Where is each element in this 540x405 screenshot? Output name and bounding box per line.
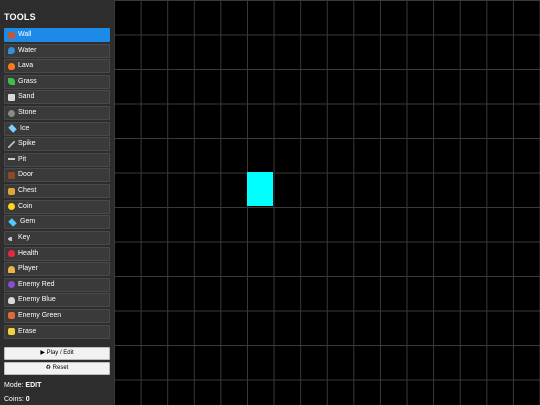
tool-label: Enemy Green [18,311,62,319]
tools-title: TOOLS [4,12,36,22]
person-icon [8,265,15,273]
tool-label: Chest [18,187,37,195]
tool-list: Wall Water Lava Grass Sand Stone Ice Spi… [4,28,110,340]
tool-health-button[interactable]: Health [4,246,110,261]
tool-chest-button[interactable]: Chest [4,184,110,199]
tool-label: Stone [18,109,37,117]
tool-key-button[interactable]: Key [4,230,110,245]
door-icon [8,171,15,179]
alien-monster-icon [8,281,15,289]
snowflake-icon [8,124,17,133]
tool-label: Sand [18,93,35,101]
wave-icon [8,47,15,55]
pit-icon [8,158,15,163]
tool-label: Erase [18,327,37,335]
ogre-icon [8,312,15,320]
tool-label: Player [18,265,38,273]
play-edit-button[interactable]: ▶ Play / Edit [4,347,110,360]
coins-status: Coins: 0 [4,396,30,403]
tool-stone-button[interactable]: Stone [4,106,110,121]
tool-pit-button[interactable]: Pit [4,152,110,167]
tool-coin-button[interactable]: Coin [4,199,110,214]
grid-tile[interactable] [247,172,273,206]
sand-icon [8,93,15,101]
mode-label: Mode: [4,382,24,389]
coins-value: 0 [25,396,30,403]
coins-label: Coins: [4,396,24,403]
tool-gem-button[interactable]: Gem [4,215,110,230]
money-bag-icon [8,187,15,195]
tool-door-button[interactable]: Door [4,168,110,183]
fire-icon [8,62,15,70]
brick-icon [8,31,15,39]
tool-erase-button[interactable]: Erase [4,324,110,339]
tool-label: Lava [18,62,34,70]
tool-label: Enemy Red [18,280,55,288]
tool-label: Wall [18,31,32,38]
tool-label: Health [18,249,39,257]
tool-spike-button[interactable]: Spike [4,137,110,152]
tool-ice-button[interactable]: Ice [4,121,110,136]
mode-status: Mode: EDIT [4,382,41,389]
tool-enemy-red-button[interactable]: Enemy Red [4,277,110,292]
eraser-icon [8,328,15,336]
rock-icon [8,109,15,117]
level-grid[interactable] [114,0,540,405]
tool-lava-button[interactable]: Lava [4,59,110,74]
star-icon [8,203,15,211]
alien-icon [8,296,15,304]
spike-icon [8,140,15,148]
level-editor: TOOLS Wall Water Lava Grass Sand Stone I… [0,0,540,405]
mode-value: EDIT [25,382,42,389]
tool-label: Enemy Blue [18,296,56,304]
tool-label: Key [18,233,31,241]
tool-label: Pit [18,155,27,163]
tool-water-button[interactable]: Water [4,43,110,58]
tool-grass-button[interactable]: Grass [4,74,110,89]
tool-label: Door [18,171,34,179]
tool-player-button[interactable]: Player [4,262,110,277]
tool-sand-button[interactable]: Sand [4,90,110,105]
gem-icon [8,218,17,227]
tool-wall-button[interactable]: Wall [4,28,110,42]
tool-label: Water [18,46,37,54]
tool-label: Spike [18,140,36,148]
tool-label: Grass [18,77,37,85]
leaf-icon [8,78,15,86]
tool-label: Gem [20,218,36,226]
tool-enemy-blue-button[interactable]: Enemy Blue [4,293,110,308]
key-icon [8,236,15,241]
tool-label: Ice [20,124,30,132]
heart-icon [8,250,15,258]
tool-enemy-green-button[interactable]: Enemy Green [4,308,110,323]
reset-button[interactable]: ♻ Reset [4,362,110,375]
tool-label: Coin [18,202,33,210]
tools-sidebar: TOOLS Wall Water Lava Grass Sand Stone I… [0,0,114,405]
